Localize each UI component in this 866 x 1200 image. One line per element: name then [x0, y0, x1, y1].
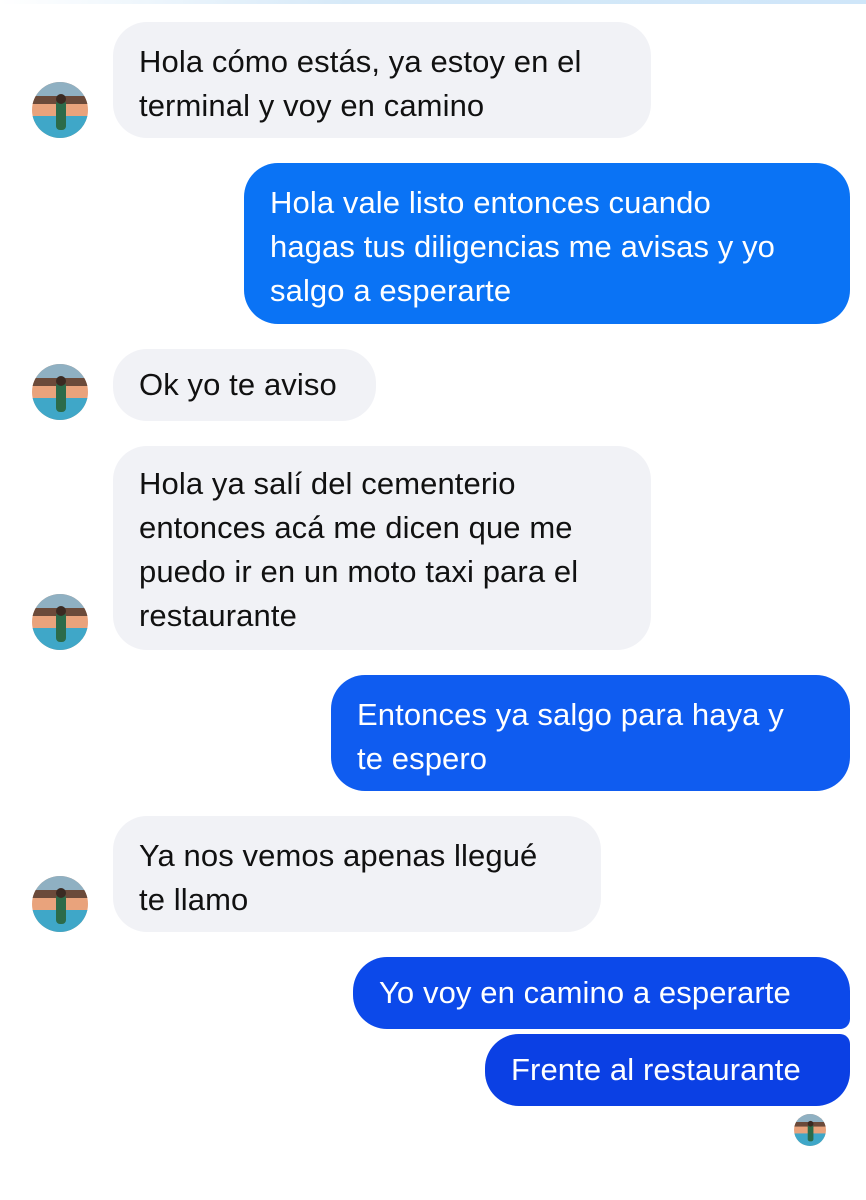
message-bubble-outgoing[interactable]: Frente al restaurante — [485, 1034, 850, 1106]
contact-avatar-icon[interactable] — [32, 876, 88, 932]
message-bubble-incoming[interactable]: Ya nos vemos apenas llegué te llamo — [113, 816, 601, 932]
contact-avatar-icon[interactable] — [32, 82, 88, 138]
contact-avatar-image — [32, 364, 88, 420]
contact-avatar-icon[interactable] — [32, 364, 88, 420]
message-bubble-outgoing[interactable]: Yo voy en camino a esperarte — [353, 957, 850, 1029]
message-bubble-outgoing[interactable]: Hola vale listo entonces cuando hagas tu… — [244, 163, 850, 324]
read-receipt-avatar-icon — [794, 1114, 826, 1146]
message-bubble-incoming[interactable]: Hola ya salí del cementerio entonces acá… — [113, 446, 651, 650]
message-bubble-incoming[interactable]: Ok yo te aviso — [113, 349, 376, 421]
message-bubble-incoming[interactable]: Hola cómo estás, ya estoy en el terminal… — [113, 22, 651, 138]
contact-avatar-image — [32, 82, 88, 138]
top-gradient-bar — [0, 0, 866, 4]
contact-avatar-image — [32, 876, 88, 932]
contact-avatar-icon[interactable] — [32, 594, 88, 650]
contact-avatar-image — [32, 594, 88, 650]
message-bubble-outgoing[interactable]: Entonces ya salgo para haya y te espero — [331, 675, 850, 791]
read-receipt-avatar-image — [794, 1114, 826, 1146]
